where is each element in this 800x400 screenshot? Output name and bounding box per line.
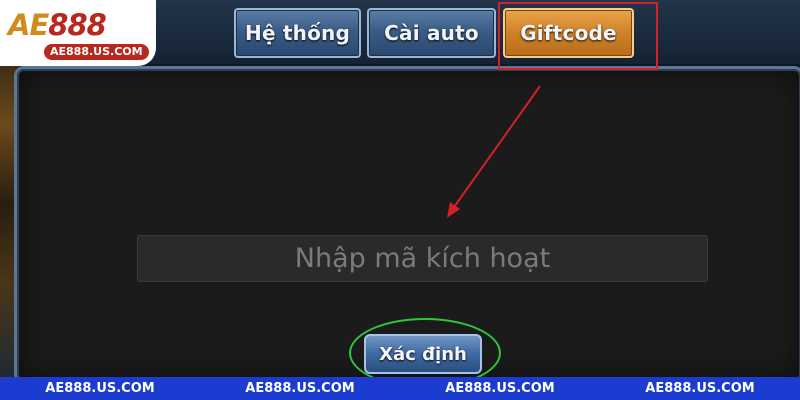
confirm-button[interactable]: Xác định	[364, 334, 482, 374]
tab-auto-settings-label: Cài auto	[384, 21, 479, 45]
tab-system-label: Hệ thống	[245, 21, 350, 45]
confirm-button-label: Xác định	[379, 343, 467, 365]
game-screen: Hệ thống Cài auto Giftcode Xác định AE88…	[0, 0, 800, 400]
watermark-text: AE888.US.COM	[45, 381, 155, 396]
watermark-text: AE888.US.COM	[445, 381, 555, 396]
brand-logo-mark: AE888	[8, 8, 107, 42]
brand-logo: AE888 AE888.US.COM	[0, 0, 156, 66]
giftcode-tab-highlight-box	[498, 2, 658, 70]
giftcode-input[interactable]	[137, 235, 708, 282]
watermark-footer: AE888.US.COM AE888.US.COM AE888.US.COM A…	[0, 377, 800, 400]
watermark-text: AE888.US.COM	[645, 381, 755, 396]
tab-auto-settings[interactable]: Cài auto	[367, 8, 496, 58]
brand-logo-url: AE888.US.COM	[44, 44, 149, 60]
tab-system[interactable]: Hệ thống	[234, 8, 361, 58]
watermark-text: AE888.US.COM	[245, 381, 355, 396]
